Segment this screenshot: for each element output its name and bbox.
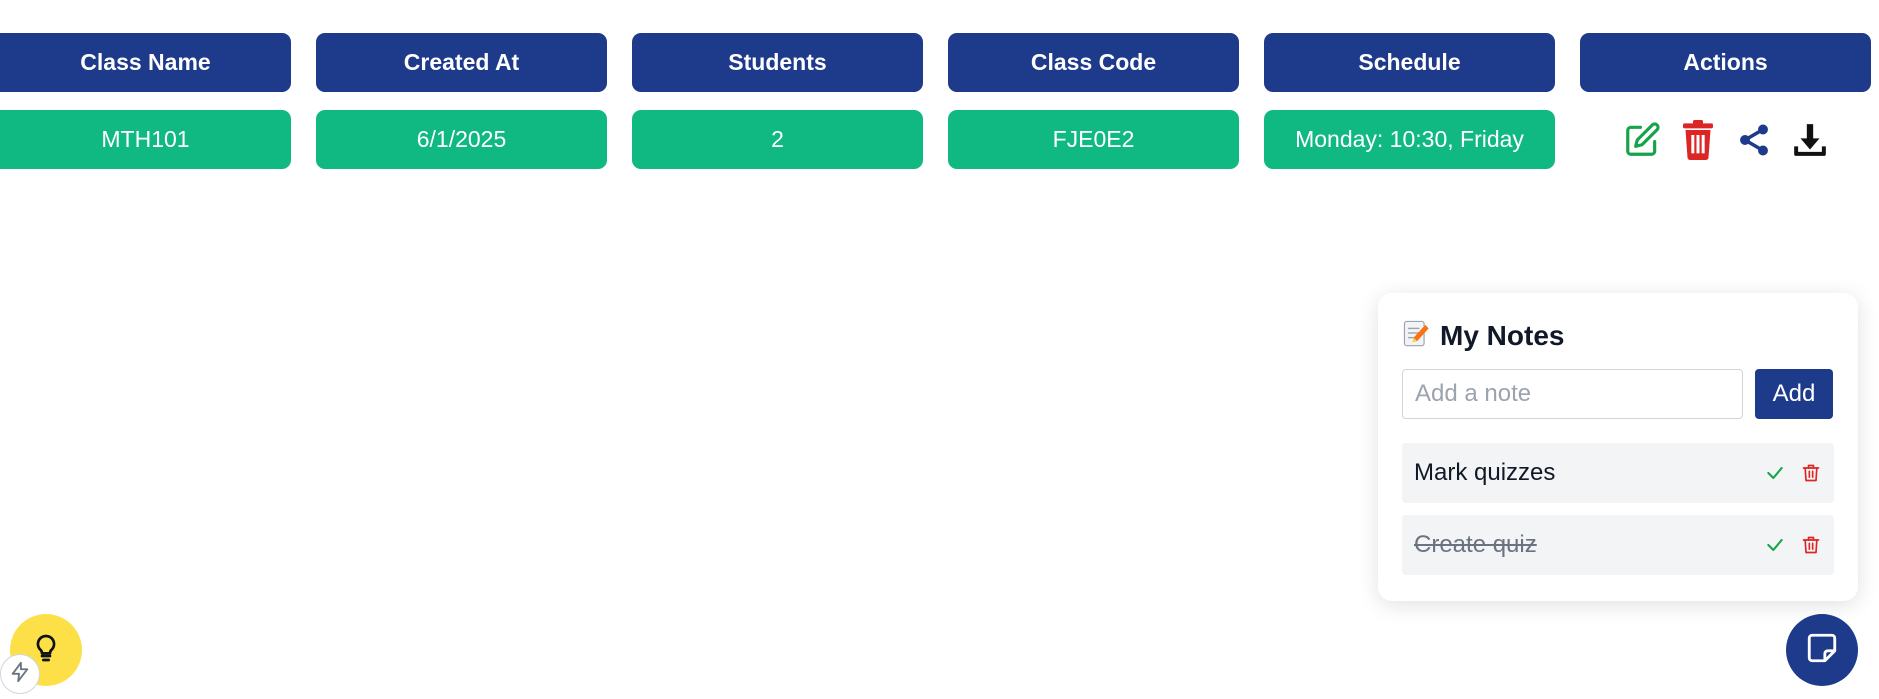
download-icon[interactable] xyxy=(1789,119,1831,161)
cell-class-name: MTH101 xyxy=(0,110,291,169)
page: Class Name Created At Students Class Cod… xyxy=(0,0,1879,699)
header-actions: Actions xyxy=(1580,33,1871,92)
notes-panel: My Notes Add Mark quizzes Create quiz xyxy=(1378,293,1858,601)
check-icon[interactable] xyxy=(1764,534,1786,556)
cell-created-at: 6/1/2025 xyxy=(316,110,607,169)
note-actions xyxy=(1764,462,1822,484)
header-created-at: Created At xyxy=(316,33,607,92)
header-students: Students xyxy=(632,33,923,92)
cell-class-code: FJE0E2 xyxy=(948,110,1239,169)
header-class-name: Class Name xyxy=(0,33,291,92)
cell-students: 2 xyxy=(632,110,923,169)
note-item: Create quiz xyxy=(1402,515,1834,575)
bolt-icon xyxy=(9,661,31,688)
note-text: Create quiz xyxy=(1414,531,1537,558)
header-class-code: Class Code xyxy=(948,33,1239,92)
sticky-note-icon xyxy=(1805,631,1839,670)
note-item: Mark quizzes xyxy=(1402,443,1834,503)
header-schedule: Schedule xyxy=(1264,33,1555,92)
add-note-button[interactable]: Add xyxy=(1755,369,1833,419)
edit-icon[interactable] xyxy=(1621,119,1663,161)
note-text: Mark quizzes xyxy=(1414,459,1556,486)
table-row: MTH101 6/1/2025 2 FJE0E2 Monday: 10:30, … xyxy=(0,110,1871,169)
trash-icon[interactable] xyxy=(1800,462,1822,484)
note-input[interactable] xyxy=(1402,369,1743,419)
notes-title: My Notes xyxy=(1440,320,1565,351)
check-icon[interactable] xyxy=(1764,462,1786,484)
table-header-row: Class Name Created At Students Class Cod… xyxy=(0,33,1879,92)
cell-schedule-text: Monday: 10:30, Friday xyxy=(1295,126,1524,152)
cell-actions xyxy=(1580,110,1871,169)
note-actions xyxy=(1764,534,1822,556)
notes-input-row: Add xyxy=(1402,369,1834,419)
trash-icon[interactable] xyxy=(1800,534,1822,556)
share-icon[interactable] xyxy=(1733,119,1775,161)
notes-toggle-button[interactable] xyxy=(1786,614,1858,686)
quick-action-badge[interactable] xyxy=(0,654,40,694)
cell-schedule: Monday: 10:30, Friday xyxy=(1264,110,1555,169)
trash-icon[interactable] xyxy=(1677,119,1719,161)
memo-icon xyxy=(1402,318,1430,355)
notes-header: My Notes xyxy=(1402,319,1834,353)
